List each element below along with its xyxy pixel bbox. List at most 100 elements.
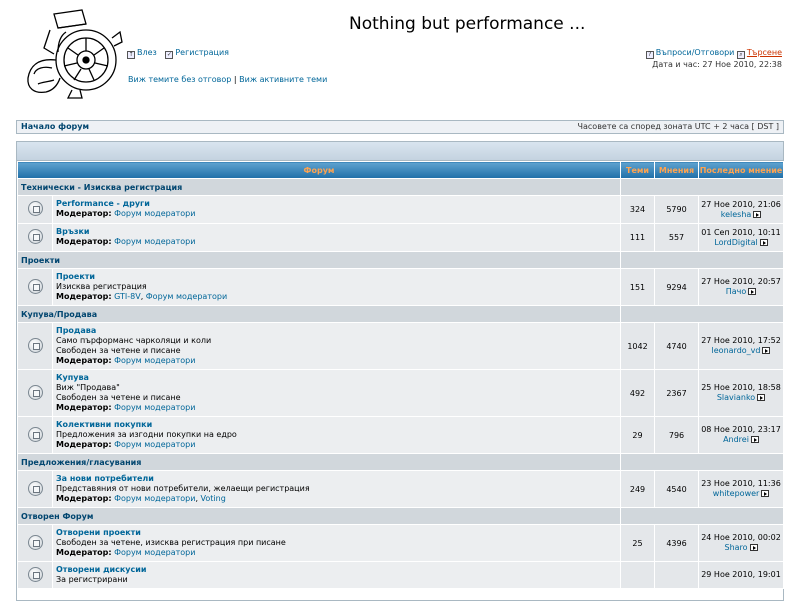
- category-fill: [620, 453, 785, 471]
- last-post-user-link[interactable]: Slavianko: [717, 393, 755, 402]
- forum-info: Купува Виж "Продава" Свободен за четене и …: [51, 369, 622, 417]
- forum-moderators: Модератор: GTI-8V, Форум модератори: [56, 292, 228, 301]
- moderators-label: Модератор:: [56, 440, 112, 449]
- turbo-logo: [27, 9, 123, 99]
- moderator-link[interactable]: GTI-8V: [114, 292, 141, 301]
- forum-read-icon: [27, 229, 43, 244]
- last-post-date: 27 Ное 2010, 20:57: [701, 277, 781, 286]
- forum-name-link[interactable]: Купува: [56, 373, 617, 383]
- forum-topics-count: 151: [620, 268, 656, 306]
- moderators-label: Модератор:: [56, 494, 112, 503]
- category-name[interactable]: Технически - Изисква регистрация: [16, 178, 622, 196]
- last-post-user-link[interactable]: kelesha: [721, 210, 752, 219]
- forum-name-link[interactable]: Performance - други: [56, 199, 617, 209]
- last-post-date: 27 Ное 2010, 21:06: [701, 199, 781, 209]
- forum-name-link[interactable]: За нови потребители: [56, 474, 617, 484]
- moderator-link[interactable]: Форум модератори: [114, 548, 195, 557]
- forum-name-link[interactable]: Колективни покупки: [56, 420, 617, 430]
- forum-last-post: 24 Ное 2010, 00:02 Sharo: [698, 524, 785, 562]
- forum-posts-count: 4540: [654, 470, 700, 508]
- forum-description: Представяния от нови потребители, желаещ…: [56, 484, 310, 493]
- forum-posts-count: 4740: [654, 322, 700, 370]
- forum-read-icon: [27, 480, 43, 496]
- col-topics-header: Теми: [620, 161, 656, 179]
- forum-moderators: Модератор: Форум модератори: [56, 440, 617, 450]
- site-title: Nothing but performance ...: [349, 14, 586, 34]
- view-latest-post-icon[interactable]: [762, 347, 771, 354]
- forum-name-link[interactable]: Отворени проекти: [56, 528, 617, 538]
- forum-name-link[interactable]: Отворени дискусии: [56, 565, 617, 575]
- forum-info: Връзки Модератор: Форум модератори: [51, 223, 622, 252]
- view-latest-post-icon[interactable]: [761, 490, 770, 497]
- forum-read-icon: [27, 384, 43, 400]
- quick-links: Виж темите без отговор | Виж активните т…: [128, 75, 327, 84]
- moderator-link[interactable]: Форум модератори: [114, 356, 195, 365]
- active-topics-link[interactable]: Виж активните теми: [239, 75, 327, 84]
- last-post-user-link[interactable]: Пачо: [726, 287, 747, 296]
- forum-row: Продава Само пърформанс чарколяци и коли С…: [17, 322, 785, 370]
- table-header-row: Форум Теми Мнения Последно мнение: [16, 161, 785, 179]
- col-last-header: Последно мнение: [698, 161, 785, 179]
- forum-description: Предложения за изгодни покупки на едро: [56, 430, 237, 439]
- view-latest-post-icon[interactable]: [757, 394, 766, 401]
- view-latest-post-icon[interactable]: [748, 288, 757, 295]
- unanswered-topics-link[interactable]: Виж темите без отговор: [128, 75, 231, 84]
- forum-moderators: Модератор: Форум модератори: [56, 209, 617, 219]
- faq-link[interactable]: ? Въпроси/Отговори: [645, 48, 734, 59]
- forum-icon-cell: [17, 524, 53, 562]
- moderator-link[interactable]: Форум модератори: [114, 440, 195, 449]
- view-latest-post-icon[interactable]: [749, 544, 758, 551]
- last-post-user-link[interactable]: Andrei: [723, 435, 749, 444]
- register-link[interactable]: ✓ Регистрация: [165, 48, 229, 59]
- forum-name-link[interactable]: Продава: [56, 326, 617, 336]
- forum-name-link[interactable]: Връзки: [56, 227, 617, 237]
- moderator-link[interactable]: Voting: [201, 494, 226, 503]
- forum-topics-count: 25: [620, 524, 656, 562]
- category-fill: [620, 251, 785, 269]
- forum-moderators: Модератор: Форум модератори: [56, 548, 617, 558]
- forum-posts-count: 4396: [654, 524, 700, 562]
- forums-table: Форум Теми Мнения Последно мнение Технич…: [16, 161, 785, 589]
- forum-topics-count: 249: [620, 470, 656, 508]
- forum-name-link[interactable]: Проекти: [56, 272, 617, 282]
- category-row: Предложения/гласувания: [16, 453, 785, 471]
- category-name[interactable]: Купува/Продава: [16, 305, 622, 323]
- forum-icon-cell: [17, 470, 53, 508]
- category-name[interactable]: Предложения/гласувания: [16, 453, 622, 471]
- view-latest-post-icon[interactable]: [759, 238, 768, 246]
- moderator-link[interactable]: Форум модератори: [114, 403, 195, 412]
- top-right-links: ? Въпроси/Отговори ⌕ Търсене: [645, 48, 782, 59]
- home-forum-link[interactable]: Начало форум: [21, 121, 89, 133]
- moderators-label: Модератор:: [56, 548, 112, 557]
- category-name[interactable]: Отворен Форум: [16, 507, 622, 525]
- forum-row: За нови потребители Представяния от нови …: [17, 470, 785, 508]
- forum-read-icon: [27, 566, 43, 582]
- forum-icon-cell: [17, 268, 53, 306]
- view-latest-post-icon[interactable]: [750, 436, 759, 443]
- login-link[interactable]: ↑ Влез: [127, 48, 157, 59]
- moderator-link[interactable]: Форум модератори: [114, 494, 195, 503]
- last-post-user-link[interactable]: LordDigital: [714, 238, 757, 247]
- moderator-link[interactable]: Форум модератори: [114, 209, 195, 218]
- forum-row: Връзки Модератор: Форум модератори 111 557 0…: [17, 223, 785, 252]
- category-name[interactable]: Проекти: [16, 251, 622, 269]
- forum-info: Продава Само пърформанс чарколяци и коли С…: [51, 322, 622, 370]
- forum-info: Колективни покупки Предложения за изгодни…: [51, 416, 622, 454]
- view-latest-post-icon[interactable]: [753, 210, 762, 218]
- moderator-link[interactable]: Форум модератори: [146, 292, 227, 301]
- moderators-label: Модератор:: [56, 209, 112, 218]
- last-post-date: 25 Ное 2010, 18:58: [701, 383, 781, 392]
- last-post-user-link[interactable]: leonardo_vd: [712, 346, 761, 355]
- register-label: Регистрация: [175, 48, 229, 57]
- moderators-label: Модератор:: [56, 356, 112, 365]
- last-post-user-link[interactable]: whitepower: [713, 489, 760, 498]
- forum-posts-count: 557: [654, 223, 700, 252]
- forum-last-post: 23 Ное 2010, 11:36 whitepower: [698, 470, 785, 508]
- forum-row: Колективни покупки Предложения за изгодни…: [17, 416, 785, 454]
- forum-moderators: Модератор: Форум модератори: [56, 237, 617, 247]
- moderator-link[interactable]: Форум модератори: [114, 237, 195, 246]
- last-post-date: 01 Сеп 2010, 10:11: [701, 227, 781, 237]
- forum-posts-count: 2367: [654, 369, 700, 417]
- last-post-user-link[interactable]: Sharo: [724, 543, 747, 552]
- search-link[interactable]: ⌕ Търсене: [736, 48, 782, 59]
